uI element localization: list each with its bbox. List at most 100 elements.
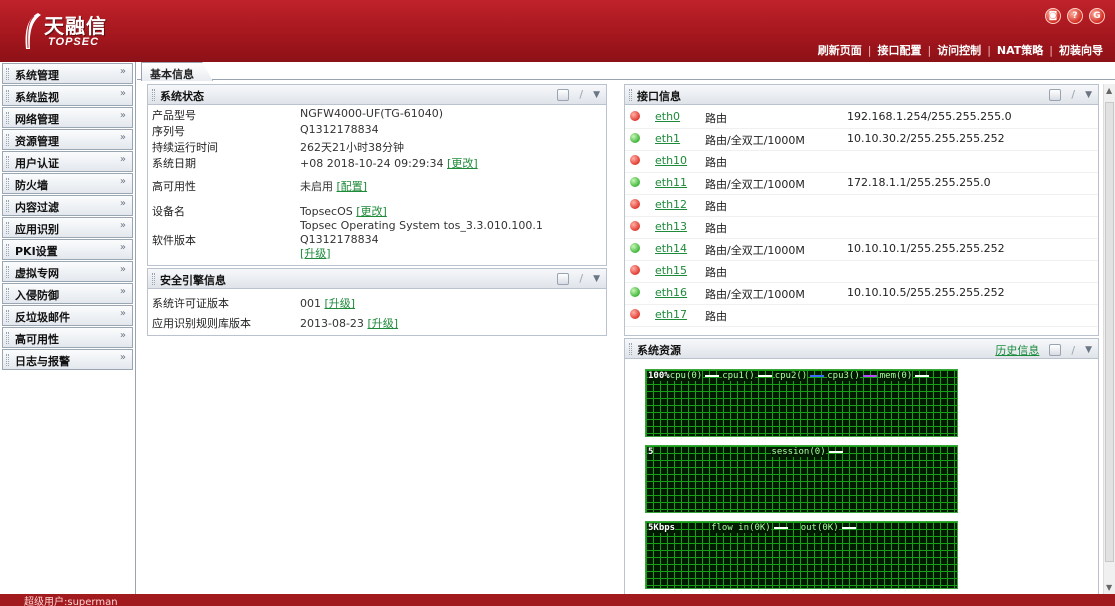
top-nav-links: 刷新页面 | 接口配置 | 访问控制 | NAT策略 | 初装向导 xyxy=(812,42,1109,58)
scroll-thumb[interactable] xyxy=(1105,102,1114,562)
restore-icon[interactable] xyxy=(1049,88,1062,101)
interface-link-eth15[interactable]: eth15 xyxy=(655,264,687,277)
collapse-icon[interactable]: ▼ xyxy=(593,90,600,100)
list-item: eth12 路由 xyxy=(625,195,1098,217)
collapse-icon[interactable]: ▼ xyxy=(1085,90,1092,100)
series-line xyxy=(915,374,930,377)
list-item: eth13 路由 xyxy=(625,217,1098,239)
scroll-up-icon[interactable]: ▲ xyxy=(1106,86,1112,95)
chevron-down-icon: » xyxy=(119,110,126,121)
sidebar-item-label: 反垃圾邮件 xyxy=(15,311,70,324)
info-icon[interactable]: ? xyxy=(1067,8,1083,24)
sidebar-item-pki[interactable]: PKI设置 » xyxy=(2,239,133,260)
logout-icon[interactable]: G xyxy=(1089,8,1105,24)
tab-basic-info[interactable]: 基本信息 xyxy=(141,62,213,81)
scroll-down-icon[interactable]: ▼ xyxy=(1106,583,1112,592)
series-line xyxy=(773,526,788,529)
series-line xyxy=(757,374,772,377)
chevron-down-icon: » xyxy=(119,66,126,77)
panel-title: 系统状态 xyxy=(160,90,204,103)
chevron-down-icon: » xyxy=(119,154,126,165)
sidebar-item-anti-spam[interactable]: 反垃圾邮件 » xyxy=(2,305,133,326)
config-ha-link[interactable]: [配置] xyxy=(337,180,368,193)
table-row: 序列号 Q1312178834 xyxy=(148,123,606,139)
logo-swoosh-icon xyxy=(25,13,41,49)
interface-link-eth1[interactable]: eth1 xyxy=(655,132,680,145)
graph-legend: 5Kbps flow in(0K) out(0K) xyxy=(646,523,957,533)
logo-cn-text: 天融信 xyxy=(44,14,107,38)
chevron-down-icon: » xyxy=(119,286,126,297)
sidebar-item-label: 入侵防御 xyxy=(15,289,59,302)
sidebar-item-user-auth[interactable]: 用户认证 » xyxy=(2,151,133,172)
table-row: 系统日期 +08 2018-10-24 09:29:34 [更改] xyxy=(148,155,606,175)
status-dot-icon xyxy=(630,287,640,297)
cpu-mem-graph: 100%cpu(0) cpu1() cpu2() cpu3() mem(0) xyxy=(645,369,958,437)
sidebar-item-label: 虚拟专网 xyxy=(15,267,59,280)
chevron-down-icon: » xyxy=(119,88,126,99)
status-dot-icon xyxy=(630,265,640,275)
sidebar: 系统管理 » 系统监视 » 网络管理 » 资源管理 » 用户认证 » 防火墙 » 内容过滤 »… xyxy=(0,62,136,594)
interfaces-panel: 接口信息 / ▼ eth0 路由 192.168.1.254/255.255.255… xyxy=(624,84,1099,336)
interface-link-eth16[interactable]: eth16 xyxy=(655,286,687,299)
collapse-icon[interactable]: ▼ xyxy=(1085,345,1092,355)
sidebar-item-ips[interactable]: 入侵防御 » xyxy=(2,283,133,304)
interface-link-eth0[interactable]: eth0 xyxy=(655,110,680,123)
status-dot-icon xyxy=(630,243,640,253)
interface-link-eth14[interactable]: eth14 xyxy=(655,242,687,255)
sidebar-item-label: 防火墙 xyxy=(15,179,48,192)
restore-icon[interactable] xyxy=(1049,344,1062,356)
sidebar-item-content-filter[interactable]: 内容过滤 » xyxy=(2,195,133,216)
collapse-icon[interactable]: ▼ xyxy=(593,274,600,284)
panel-title: 安全引擎信息 xyxy=(160,274,226,287)
interface-link-eth11[interactable]: eth11 xyxy=(655,176,687,189)
chevron-down-icon: » xyxy=(119,330,126,341)
app-header: 天融信 TOPSEC ◙ ? G 刷新页面 | 接口配置 | 访问控制 | NAT策略… xyxy=(0,0,1115,62)
security-engine-table: 系统许可证版本 001 [升级] 应用识别规则库版本 2013-08-23 [升级] xyxy=(148,289,606,335)
sidebar-item-label: 用户认证 xyxy=(15,157,59,170)
status-dot-icon xyxy=(630,309,640,319)
top-icon-group: ◙ ? G xyxy=(1045,8,1105,24)
graph-legend: 5 session(0) xyxy=(646,447,957,457)
main-scrollbar[interactable]: ▲ ▼ xyxy=(1103,84,1115,594)
sidebar-item-resources[interactable]: 资源管理 » xyxy=(2,129,133,150)
status-dot-icon xyxy=(630,155,640,165)
sidebar-item-ha[interactable]: 高可用性 » xyxy=(2,327,133,348)
upgrade-app-rules-link[interactable]: [升级] xyxy=(367,317,398,330)
status-dot-icon xyxy=(630,111,640,121)
chevron-down-icon: » xyxy=(119,308,126,319)
interface-link-eth10[interactable]: eth10 xyxy=(655,154,687,167)
sidebar-item-system-admin[interactable]: 系统管理 » xyxy=(2,63,133,84)
interface-link-eth13[interactable]: eth13 xyxy=(655,220,687,233)
table-row: 系统许可证版本 001 [升级] xyxy=(148,295,606,315)
sidebar-item-vpn[interactable]: 虚拟专网 » xyxy=(2,261,133,282)
chevron-down-icon: » xyxy=(119,220,126,231)
sidebar-item-app-identify[interactable]: 应用识别 » xyxy=(2,217,133,238)
interface-config-link[interactable]: 接口配置 xyxy=(871,42,927,58)
restore-icon[interactable] xyxy=(557,272,570,285)
status-dot-icon xyxy=(630,177,640,187)
panel-title: 接口信息 xyxy=(637,90,681,103)
change-date-link[interactable]: [更改] xyxy=(447,157,478,170)
sidebar-item-label: 日志与报警 xyxy=(15,355,70,368)
chevron-down-icon: » xyxy=(119,264,126,275)
history-info-link[interactable]: 历史信息 xyxy=(995,342,1039,358)
access-control-link[interactable]: 访问控制 xyxy=(931,42,987,58)
sidebar-item-firewall[interactable]: 防火墙 » xyxy=(2,173,133,194)
help-icon[interactable]: ◙ xyxy=(1045,8,1061,24)
chevron-down-icon: » xyxy=(119,242,126,253)
sidebar-item-network[interactable]: 网络管理 » xyxy=(2,107,133,128)
upgrade-license-link[interactable]: [升级] xyxy=(325,297,356,310)
sidebar-item-log-alarm[interactable]: 日志与报警 » xyxy=(2,349,133,370)
refresh-page-link[interactable]: 刷新页面 xyxy=(812,42,868,58)
upgrade-software-link[interactable]: [升级] xyxy=(300,247,331,260)
change-device-name-link[interactable]: [更改] xyxy=(356,205,387,218)
setup-wizard-link[interactable]: 初装向导 xyxy=(1053,42,1109,58)
list-item: eth11 路由/全双工/1000M 172.18.1.1/255.255.255.… xyxy=(625,173,1098,195)
restore-icon[interactable] xyxy=(557,88,570,101)
sidebar-item-system-monitor[interactable]: 系统监视 » xyxy=(2,85,133,106)
interface-link-eth12[interactable]: eth12 xyxy=(655,198,687,211)
nat-policy-link[interactable]: NAT策略 xyxy=(991,42,1049,58)
topsec-logo: 天融信 TOPSEC xyxy=(20,10,120,52)
series-line xyxy=(705,374,720,377)
interface-link-eth17[interactable]: eth17 xyxy=(655,308,687,321)
